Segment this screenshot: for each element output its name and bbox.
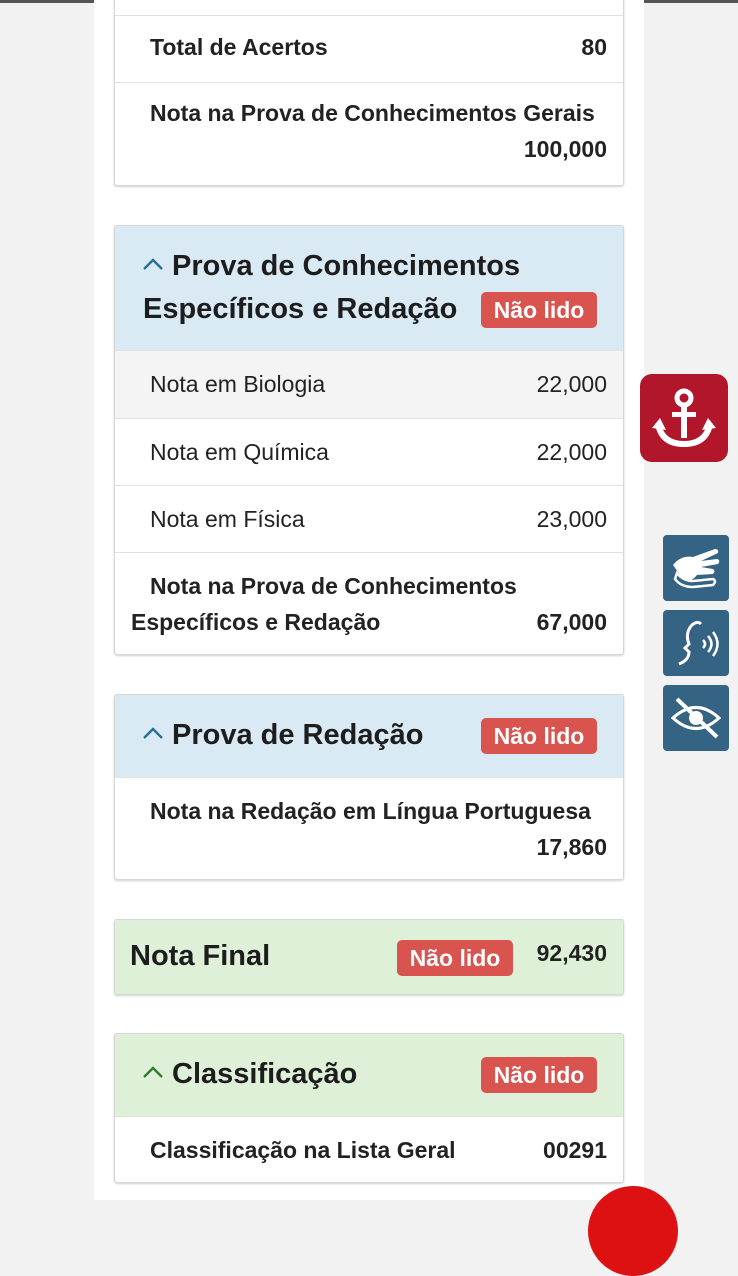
status-badge: Não lido	[481, 292, 597, 328]
section-title-line2: Específicos e Redação	[143, 293, 458, 325]
section-title: Prova de Conhecimentos	[172, 250, 521, 282]
nota-especificos-label: Nota na Prova de Conhecimentos	[150, 573, 517, 599]
row-classificacao: Classificação na Lista Geral 00291	[115, 1116, 623, 1182]
nota-especificos-value: 67,000	[536, 609, 607, 635]
table-row: Nota em Física 23,000	[115, 485, 623, 552]
header-redacao[interactable]: Prova de Redação Não lido	[115, 695, 623, 777]
chevron-up-icon[interactable]	[142, 1065, 164, 1079]
header-classificacao[interactable]: Classificação Não lido	[115, 1034, 623, 1116]
sign-language-button[interactable]	[663, 535, 729, 601]
audio-voice-icon	[678, 620, 719, 666]
section-title: Classificação	[172, 1058, 358, 1090]
chevron-up-icon[interactable]	[142, 257, 164, 271]
row-label: Nota em Química	[150, 439, 329, 465]
status-badge: Não lido	[481, 718, 597, 754]
nota-final-title: Nota Final	[130, 940, 271, 972]
card-conhecimentos-gerais: Total de Acertos 80 Nota na Prova de Con…	[114, 0, 624, 186]
nota-gerais-label: Nota na Prova de Conhecimentos Gerais	[150, 100, 595, 126]
nota-redacao-label: Nota na Redação em Língua Portuguesa	[150, 798, 591, 824]
section-title: Prova de Redação	[172, 719, 424, 751]
nota-final-value: 92,430	[536, 940, 607, 966]
row-label: Nota em Física	[150, 506, 305, 532]
anchor-icon	[652, 388, 716, 448]
table-row: Nota em Biologia 22,000	[115, 350, 623, 418]
card-prova-redacao: Prova de Redação Não lido Nota na Redaçã…	[114, 694, 624, 880]
row-value: 22,000	[536, 439, 607, 465]
chevron-up-icon[interactable]	[142, 726, 164, 740]
total-acertos-value: 80	[581, 34, 607, 60]
audio-voice-button[interactable]	[663, 610, 729, 676]
row-nota-especificos: Nota na Prova de Conhecimentos Específic…	[115, 552, 623, 654]
low-vision-button[interactable]	[663, 685, 729, 751]
card-conhecimentos-especificos: Prova de Conhecimentos Específicos e Red…	[114, 225, 624, 655]
status-badge: Não lido	[397, 940, 513, 976]
row-value: 23,000	[536, 506, 607, 532]
card-nota-final: Nota Final Não lido 92,430	[114, 919, 624, 995]
nota-redacao-value: 17,860	[536, 834, 607, 860]
status-badge: Não lido	[481, 1057, 597, 1093]
row-nota-gerais: Nota na Prova de Conhecimentos Gerais 10…	[115, 82, 623, 185]
row-label: Nota em Biologia	[150, 371, 326, 397]
card-classificacao: Classificação Não lido Classificação na …	[114, 1033, 624, 1183]
classificacao-label: Classificação na Lista Geral	[150, 1137, 456, 1163]
row-value: 22,000	[536, 371, 607, 397]
table-row: Nota em Química 22,000	[115, 418, 623, 485]
row-total-acertos: Total de Acertos 80	[115, 15, 623, 82]
nota-gerais-value: 100,000	[523, 136, 607, 162]
total-acertos-label: Total de Acertos	[150, 34, 328, 60]
nota-especificos-label-line2: Específicos e Redação	[131, 609, 381, 635]
header-especificos[interactable]: Prova de Conhecimentos Específicos e Red…	[115, 226, 623, 350]
classificacao-value: 00291	[543, 1137, 607, 1163]
anchor-button[interactable]	[640, 374, 728, 462]
row-nota-redacao: Nota na Redação em Língua Portuguesa 17,…	[115, 777, 623, 879]
low-vision-icon	[670, 697, 722, 739]
sign-language-icon	[673, 549, 720, 589]
